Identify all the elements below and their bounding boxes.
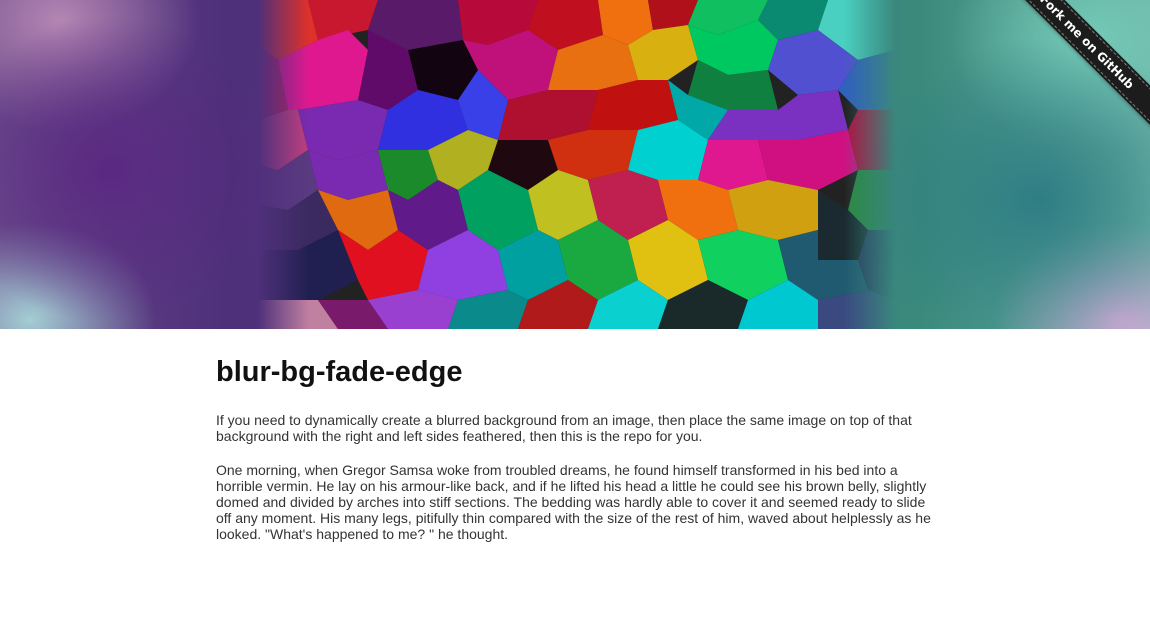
hero-image [258, 0, 895, 329]
github-ribbon-container: Fork me on GitHub [1000, 0, 1150, 150]
intro-paragraph: If you need to dynamically create a blur… [216, 412, 912, 444]
page-title: blur-bg-fade-edge [216, 356, 463, 388]
mosaic-image [258, 0, 895, 329]
fork-me-on-github-ribbon[interactable]: Fork me on GitHub [1000, 0, 1150, 147]
hero-banner [0, 0, 1150, 329]
main-content: blur-bg-fade-edge If you need to dynamic… [216, 352, 936, 560]
body-paragraph: One morning, when Gregor Samsa woke from… [216, 462, 931, 542]
